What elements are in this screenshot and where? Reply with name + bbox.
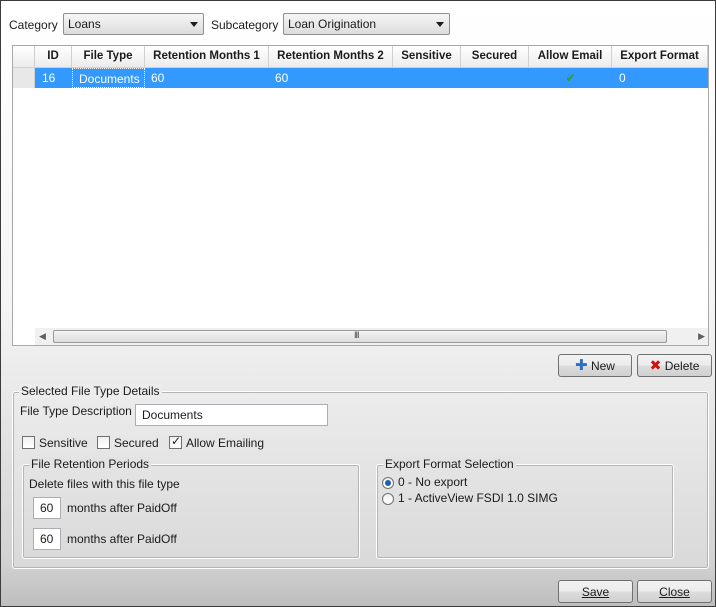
- delete-button[interactable]: ✖ Delete: [637, 354, 712, 377]
- export-option-0-label[interactable]: 0 - No export: [398, 475, 467, 489]
- cell-file-type[interactable]: Documents: [72, 68, 145, 88]
- row-header[interactable]: [13, 68, 35, 88]
- subcategory-label: Subcategory: [211, 18, 279, 32]
- export-option-0-radio[interactable]: [382, 477, 394, 489]
- sensitive-label[interactable]: Sensitive: [39, 436, 88, 450]
- allow-emailing-checkbox[interactable]: ✓: [169, 434, 182, 449]
- description-input[interactable]: Documents: [135, 404, 328, 426]
- save-button-label: Save: [581, 585, 610, 599]
- category-label: Category: [9, 18, 58, 32]
- sensitive-checkbox[interactable]: [22, 436, 35, 449]
- column-header-allow-email[interactable]: Allow Email: [529, 46, 612, 68]
- allow-emailing-label[interactable]: Allow Emailing: [186, 436, 264, 450]
- x-icon: ✖: [649, 357, 662, 373]
- cell-retention-1[interactable]: 60: [145, 68, 269, 88]
- column-header-retention-1[interactable]: Retention Months 1: [145, 46, 269, 68]
- export-group-title: Export Format Selection: [383, 457, 516, 471]
- delete-button-label: Delete: [664, 359, 700, 373]
- details-group-title: Selected File Type Details: [19, 384, 162, 398]
- category-value: Loans: [68, 17, 101, 31]
- cell-retention-2[interactable]: 60: [269, 68, 393, 88]
- grid-header: ID File Type Retention Months 1 Retentio…: [13, 46, 708, 68]
- close-button[interactable]: Close: [637, 580, 712, 603]
- export-option-1-radio[interactable]: [382, 493, 394, 505]
- column-header-retention-2[interactable]: Retention Months 2: [269, 46, 393, 68]
- details-group: Selected File Type Details File Type Des…: [12, 384, 709, 569]
- column-header-secured[interactable]: Secured: [461, 46, 529, 68]
- check-icon[interactable]: ✔: [529, 68, 612, 88]
- export-group: Export Format Selection 0 - No export 1 …: [376, 457, 674, 559]
- category-dropdown[interactable]: Loans: [63, 13, 204, 35]
- retention-after-label-1: months after PaidOff: [67, 501, 177, 515]
- retention-intro: Delete files with this file type: [29, 477, 180, 491]
- secured-checkbox[interactable]: [97, 436, 110, 449]
- scrollbar-thumb[interactable]: III: [53, 330, 667, 343]
- column-header-file-type[interactable]: File Type: [72, 46, 145, 68]
- retention-group-title: File Retention Periods: [29, 457, 152, 471]
- secured-label[interactable]: Secured: [114, 436, 159, 450]
- new-button-label: New: [590, 359, 615, 373]
- retention-group: File Retention Periods Delete files with…: [22, 457, 360, 559]
- column-header-id[interactable]: ID: [35, 46, 72, 68]
- retention-months-1-input[interactable]: 60: [33, 497, 61, 519]
- column-header-sensitive[interactable]: Sensitive: [393, 46, 461, 68]
- file-type-grid[interactable]: ID File Type Retention Months 1 Retentio…: [12, 45, 709, 346]
- cell-export-format[interactable]: 0: [612, 68, 708, 88]
- chevron-down-icon: [436, 22, 444, 27]
- cell-secured[interactable]: [461, 68, 529, 88]
- cell-sensitive[interactable]: [393, 68, 461, 88]
- table-row[interactable]: 16 Documents 60 60 ✔ 0: [13, 68, 708, 88]
- save-button[interactable]: Save: [558, 580, 633, 603]
- cell-id[interactable]: 16: [35, 68, 72, 88]
- subcategory-dropdown[interactable]: Loan Origination: [283, 13, 450, 35]
- column-header-export-format[interactable]: Export Format: [612, 46, 708, 68]
- scrollbar-grip: III: [354, 330, 359, 340]
- plus-icon: ✚: [575, 357, 588, 374]
- file-type-window: Category Loans Subcategory Loan Originat…: [0, 0, 716, 607]
- new-button[interactable]: ✚ New: [558, 354, 632, 377]
- retention-months-2-input[interactable]: 60: [33, 528, 61, 550]
- horizontal-scrollbar[interactable]: ◀ III ▶: [35, 328, 708, 345]
- checkmark-icon: ✓: [171, 434, 182, 448]
- row-header-corner: [13, 46, 35, 68]
- retention-after-label-2: months after PaidOff: [67, 532, 177, 546]
- subcategory-value: Loan Origination: [288, 17, 377, 31]
- close-button-label: Close: [659, 585, 690, 599]
- description-label: File Type Description: [20, 404, 132, 418]
- chevron-down-icon: [190, 22, 198, 27]
- radio-selected-dot: [385, 480, 391, 486]
- scroll-right-icon[interactable]: ▶: [698, 331, 705, 342]
- export-option-1-label[interactable]: 1 - ActiveView FSDI 1.0 SIMG: [398, 491, 558, 505]
- scroll-left-icon[interactable]: ◀: [39, 331, 46, 342]
